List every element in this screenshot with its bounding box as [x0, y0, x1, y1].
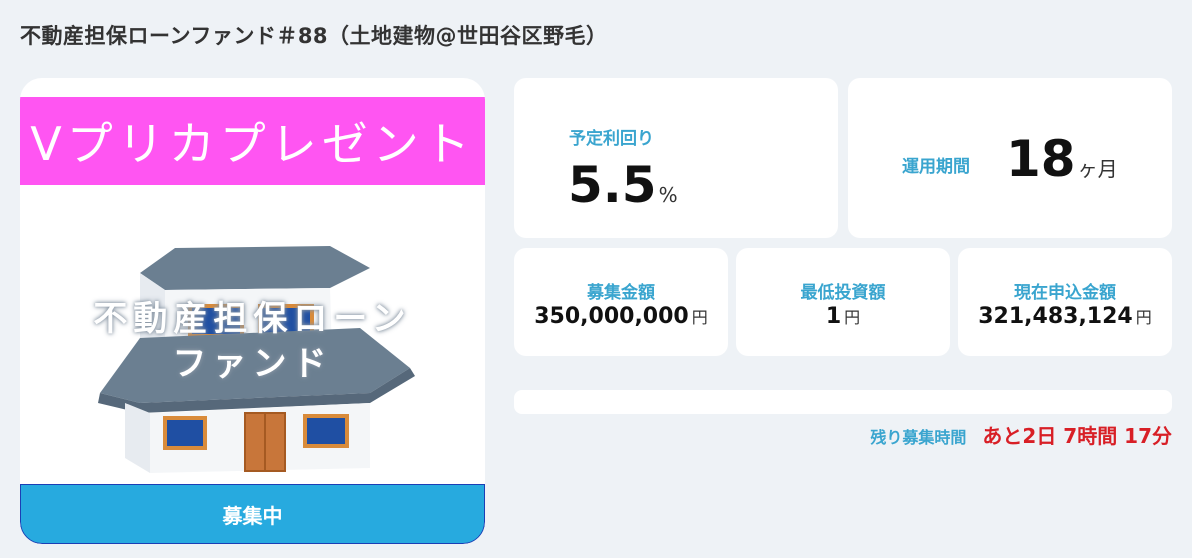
remaining-time-value: あと2日 7時間 17分 — [982, 424, 1172, 448]
yield-card: 予定利回り 5.5 % — [514, 78, 838, 238]
target-amount-value-group: 350,000,000 円 — [514, 304, 728, 329]
remaining-time: 残り募集時間 あと2日 7時間 17分 — [870, 420, 1172, 449]
period-unit: ヶ月 — [1077, 157, 1118, 181]
period-label: 運用期間 — [902, 157, 970, 177]
min-investment-value: 1 — [825, 304, 842, 329]
status-button[interactable]: 募集中 — [20, 484, 485, 544]
fund-image-card[interactable]: Vプリカプレゼント 不動産担保ローン ファンド 募集中 — [20, 78, 485, 544]
target-amount-unit: 円 — [691, 308, 708, 327]
period-card: 運用期間 18 ヶ月 — [848, 78, 1172, 238]
applied-amount-value: 321,483,124 — [978, 304, 1133, 329]
target-amount-value: 350,000,000 — [534, 304, 689, 329]
overlay-text-line2: ファンド — [172, 344, 333, 384]
yield-label: 予定利回り — [569, 129, 654, 149]
target-amount-card: 募集金額 350,000,000 円 — [514, 248, 728, 356]
period-value: 18 — [1006, 130, 1076, 188]
min-investment-card: 最低投資額 1円 — [736, 248, 950, 356]
applied-amount-label: 現在申込金額 — [1014, 283, 1116, 303]
yield-value: 5.5 — [568, 156, 657, 214]
target-amount-label: 募集金額 — [587, 283, 655, 303]
min-investment-value-group: 1円 — [736, 304, 950, 329]
applied-amount-unit: 円 — [1135, 308, 1152, 327]
promo-banner: Vプリカプレゼント — [20, 97, 485, 185]
remaining-time-label: 残り募集時間 — [870, 428, 967, 447]
yield-value-group: 5.5 % — [568, 156, 678, 214]
progress-bar — [514, 390, 1172, 414]
applied-amount-value-group: 321,483,124 円 — [958, 304, 1172, 329]
applied-amount-card: 現在申込金額 321,483,124 円 — [958, 248, 1172, 356]
period-value-group: 18 ヶ月 — [1006, 130, 1118, 188]
yield-unit: % — [658, 183, 678, 207]
min-investment-label: 最低投資額 — [800, 283, 886, 303]
page-title: 不動産担保ローンファンド＃88（土地建物@世田谷区野毛） — [20, 24, 608, 48]
min-investment-unit: 円 — [844, 308, 861, 327]
overlay-text-line1: 不動産担保ローン — [93, 299, 412, 339]
